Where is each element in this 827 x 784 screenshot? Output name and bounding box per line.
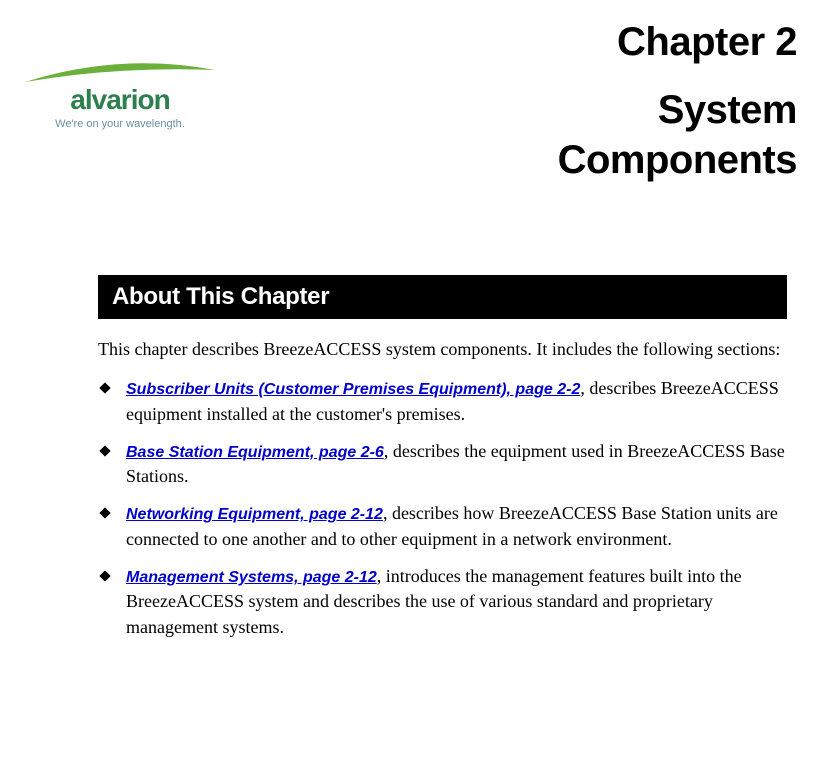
- link-management-systems[interactable]: Management Systems, page 2-12: [126, 569, 377, 586]
- list-item: Networking Equipment, page 2-12, describ…: [98, 501, 787, 552]
- diamond-icon: [98, 506, 112, 520]
- diamond-icon: [98, 381, 112, 395]
- bullet-body: Subscriber Units (Customer Premises Equi…: [126, 376, 787, 427]
- page-header: alvarion We're on your wavelength. Chapt…: [20, 20, 797, 185]
- list-item: Management Systems, page 2-12, introduce…: [98, 564, 787, 640]
- bullet-body: Management Systems, page 2-12, introduce…: [126, 564, 787, 640]
- chapter-title-block: Chapter 2 System Components: [240, 20, 797, 185]
- diamond-icon: [98, 444, 112, 458]
- bullet-body: Base Station Equipment, page 2-6, descri…: [126, 439, 787, 490]
- bullet-list: Subscriber Units (Customer Premises Equi…: [98, 376, 787, 640]
- link-subscriber-units[interactable]: Subscriber Units (Customer Premises Equi…: [126, 381, 580, 398]
- brand-logo: alvarion We're on your wavelength.: [20, 60, 220, 130]
- intro-paragraph: This chapter describes BreezeACCESS syst…: [98, 337, 787, 362]
- chapter-heading: System Components: [240, 85, 797, 185]
- diamond-icon: [98, 569, 112, 583]
- list-item: Subscriber Units (Customer Premises Equi…: [98, 376, 787, 427]
- bullet-body: Networking Equipment, page 2-12, describ…: [126, 501, 787, 552]
- list-item: Base Station Equipment, page 2-6, descri…: [98, 439, 787, 490]
- chapter-label: Chapter 2: [240, 20, 797, 65]
- link-networking-equipment[interactable]: Networking Equipment, page 2-12: [126, 506, 383, 523]
- link-base-station-equipment[interactable]: Base Station Equipment, page 2-6: [126, 444, 384, 461]
- chapter-title-line1: System: [658, 88, 797, 132]
- chapter-title-line2: Components: [558, 138, 797, 182]
- content-body: About This Chapter This chapter describe…: [98, 275, 787, 640]
- brand-name: alvarion: [70, 84, 169, 116]
- section-bar: About This Chapter: [98, 275, 787, 319]
- brand-tagline: We're on your wavelength.: [55, 118, 185, 130]
